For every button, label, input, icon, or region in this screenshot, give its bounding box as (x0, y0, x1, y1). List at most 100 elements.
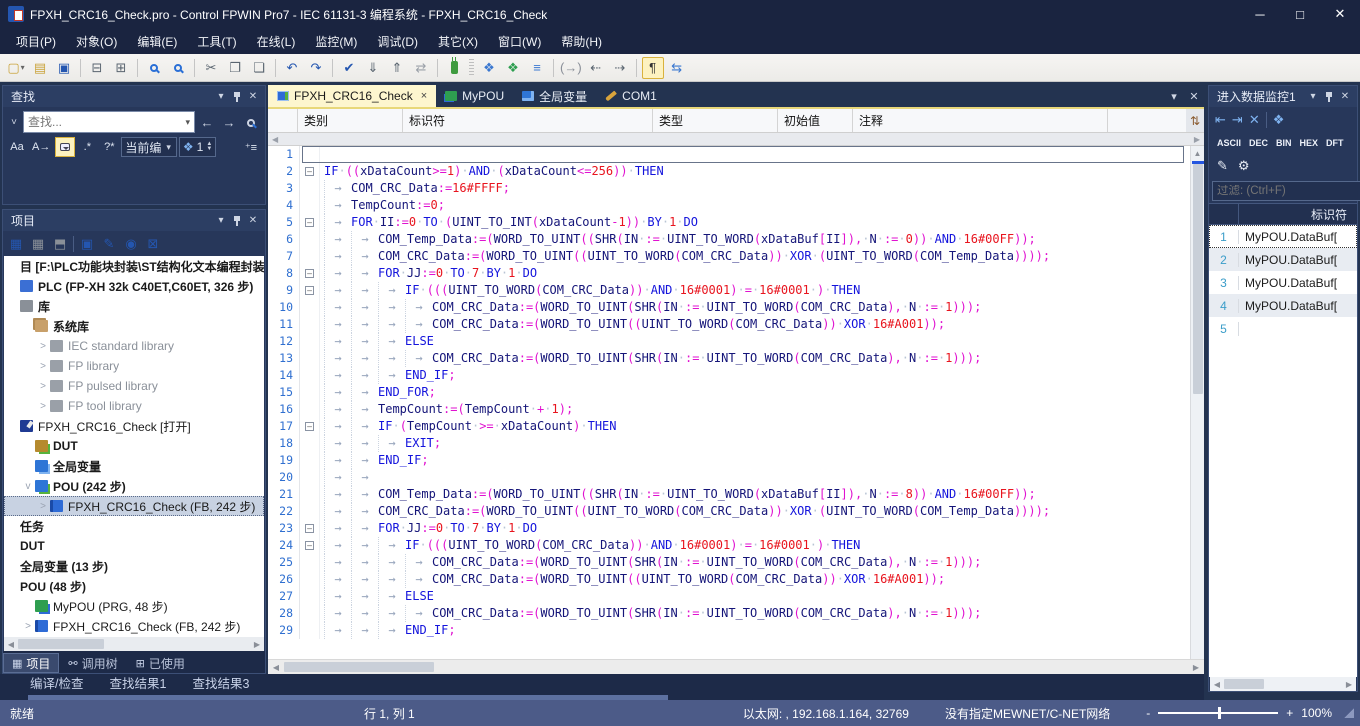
new-file-button[interactable]: ▢▾ (5, 57, 27, 79)
search-icon[interactable] (241, 115, 261, 130)
code-line-3[interactable]: 3→COM_CRC_Data:=16#FFFF; (268, 180, 1190, 197)
tab-COM1[interactable]: COM1 (596, 85, 666, 107)
compare-button[interactable]: ⇄ (410, 57, 432, 79)
tree-item-9[interactable]: DUT (4, 436, 264, 456)
chevron-right-icon[interactable]: > (36, 501, 50, 512)
close-tab-icon[interactable]: × (421, 90, 427, 102)
menu-item-3[interactable]: 工具(T) (187, 29, 246, 54)
code-line-9[interactable]: 9–→→→IF·(((UINT_TO_WORD(COM_CRC_Data))·A… (268, 282, 1190, 299)
format-bin-button[interactable]: BIN (1273, 135, 1295, 151)
column-header-类型[interactable]: 类型 (653, 109, 778, 132)
tab-全局变量[interactable]: 全局变量 (513, 85, 596, 107)
panel-menu-icon[interactable]: ▾ (213, 213, 229, 229)
scroll-right-icon[interactable]: ▶ (1342, 680, 1356, 689)
edit-object-icon[interactable]: ✎ (100, 235, 118, 253)
tree-item-12[interactable]: >FPXH_CRC16_Check (FB, 242 步) (4, 496, 264, 516)
search-count-box[interactable]: ❖1▲▼ (179, 137, 216, 157)
insert-after-icon[interactable]: ⇥ (1232, 112, 1243, 128)
code-line-28[interactable]: 28→→→→COM_CRC_Data:=(WORD_TO_UINT(SHR(IN… (268, 605, 1190, 622)
scroll-right-icon[interactable]: ▶ (1194, 135, 1200, 144)
tree-item-7[interactable]: >FP tool library (4, 396, 264, 416)
code-line-11[interactable]: 11→→→→COM_CRC_Data:=(WORD_TO_UINT((UINT_… (268, 316, 1190, 333)
monitor-hscrollbar[interactable]: ◀ ▶ (1210, 677, 1356, 691)
fold-collapse-icon[interactable]: – (305, 541, 314, 550)
add-dut-icon[interactable]: ▦ (29, 235, 47, 253)
panel-menu-icon[interactable]: ▾ (213, 89, 229, 105)
monitor-row-1[interactable]: 1MyPOU.DataBuf[ (1209, 225, 1357, 248)
menu-item-2[interactable]: 编辑(E) (127, 29, 187, 54)
tab-list-icon[interactable]: ▾ (1164, 90, 1184, 103)
zoom-slider[interactable] (1158, 712, 1278, 714)
code-line-26[interactable]: 26→→→→COM_CRC_Data:=(WORD_TO_UINT((UINT_… (268, 571, 1190, 588)
close-document-icon[interactable]: ✕ (1184, 90, 1204, 103)
print-button[interactable]: ⊞ (110, 57, 132, 79)
tree-item-11[interactable]: vPOU (242 步) (4, 476, 264, 496)
format-ascii-button[interactable]: ASCII (1214, 135, 1244, 151)
monitor-row-4[interactable]: 4MyPOU.DataBuf[ (1209, 294, 1357, 317)
search-input[interactable] (28, 115, 183, 129)
code-line-21[interactable]: 21→→COM_Temp_Data:=(WORD_TO_UINT((SHR(IN… (268, 486, 1190, 503)
fold-collapse-icon[interactable]: – (305, 524, 314, 533)
relation-icon[interactable]: ❖ (1273, 112, 1285, 128)
close-panel-icon[interactable]: ✕ (245, 213, 261, 229)
count-spinner[interactable]: ▲▼ (206, 142, 212, 152)
relation-window-button[interactable]: ❖ (478, 57, 500, 79)
tree-item-13[interactable]: 任务 (4, 516, 264, 536)
zoom-in-button[interactable]: + (1286, 706, 1293, 720)
maximize-button[interactable]: □ (1280, 0, 1320, 28)
code-line-18[interactable]: 18→→→EXIT; (268, 435, 1190, 452)
close-button[interactable]: ✕ (1320, 0, 1360, 28)
tree-item-15[interactable]: 全局变量 (13 步) (4, 556, 264, 576)
monitor-row-3[interactable]: 3MyPOU.DataBuf[ (1209, 271, 1357, 294)
bracket-nav-button[interactable]: (→) (559, 57, 583, 79)
undo-button[interactable]: ↶ (281, 57, 303, 79)
output-tab-0[interactable]: 编译/检查 (30, 673, 83, 692)
column-header-初始值[interactable]: 初始值 (778, 109, 853, 132)
search-comments-button[interactable] (55, 137, 75, 157)
navigate-forward-button[interactable]: ⇢ (609, 57, 631, 79)
insert-before-icon[interactable]: ⇤ (1215, 112, 1226, 128)
code-line-17[interactable]: 17–→→IF·(TempCount·>=·xDataCount)·THEN (268, 418, 1190, 435)
scroll-right-icon[interactable]: ▶ (250, 640, 264, 649)
monitor-row-2[interactable]: 2MyPOU.DataBuf[ (1209, 248, 1357, 271)
menu-item-0[interactable]: 项目(P) (6, 29, 66, 54)
copy-button[interactable]: ❐ (224, 57, 246, 79)
settings-gear-icon[interactable]: ⚙ (1238, 158, 1250, 174)
fold-collapse-icon[interactable]: – (305, 286, 314, 295)
fold-collapse-icon[interactable]: – (305, 167, 314, 176)
code-line-2[interactable]: 2–IF·((xDataCount>=1)·AND·(xDataCount<=2… (268, 163, 1190, 180)
scroll-left-icon[interactable]: ◀ (1210, 680, 1224, 689)
match-case-button[interactable]: Aa (7, 137, 27, 157)
chevron-right-icon[interactable]: > (36, 381, 50, 392)
tree-item-0[interactable]: 目 [F:\PLC功能块封装\ST结构化文本编程封装功 (4, 256, 264, 276)
chevron-down-icon[interactable]: v (21, 481, 35, 492)
delete-entry-icon[interactable]: ✕ (1249, 112, 1260, 128)
resize-grip[interactable] (1344, 708, 1354, 718)
open-file-button[interactable]: ▤ (29, 57, 51, 79)
fold-collapse-icon[interactable]: – (305, 218, 314, 227)
format-dec-button[interactable]: DEC (1246, 135, 1271, 151)
fold-collapse-icon[interactable]: – (305, 269, 314, 278)
zoom-out-button[interactable]: - (1146, 706, 1150, 720)
code-line-29[interactable]: 29→→→END_IF; (268, 622, 1190, 639)
tree-item-5[interactable]: >FP library (4, 356, 264, 376)
navigate-back-button[interactable]: ⇠ (585, 57, 607, 79)
menu-item-6[interactable]: 调试(D) (367, 29, 428, 54)
tree-item-1[interactable]: PLC (FP-XH 32k C40ET,C60ET, 326 步) (4, 276, 264, 296)
show-whitespace-button[interactable]: ¶ (642, 57, 664, 79)
menu-item-9[interactable]: 帮助(H) (551, 29, 612, 54)
find-next-button[interactable]: → (219, 115, 239, 130)
step-in-button[interactable]: ❖ (502, 57, 524, 79)
code-line-8[interactable]: 8–→→FOR·JJ:=0·TO·7·BY·1·DO (268, 265, 1190, 282)
scroll-left-icon[interactable]: ◀ (4, 640, 18, 649)
code-line-15[interactable]: 15→→END_FOR; (268, 384, 1190, 401)
check-button[interactable]: ✔ (338, 57, 360, 79)
code-editor[interactable]: 12–IF·((xDataCount>=1)·AND·(xDataCount<=… (268, 146, 1190, 659)
column-header-blank[interactable] (268, 109, 298, 132)
wildcard-button[interactable]: ?* (99, 137, 119, 157)
search-history-icon[interactable]: ▾ (183, 117, 192, 128)
code-line-16[interactable]: 16→→TempCount:=(TempCount·+·1); (268, 401, 1190, 418)
variable-hscrollbar[interactable]: ◀▶ (268, 133, 1204, 146)
format-dft-button[interactable]: DFT (1323, 135, 1347, 151)
code-line-13[interactable]: 13→→→→COM_CRC_Data:=(WORD_TO_UINT(SHR(IN… (268, 350, 1190, 367)
